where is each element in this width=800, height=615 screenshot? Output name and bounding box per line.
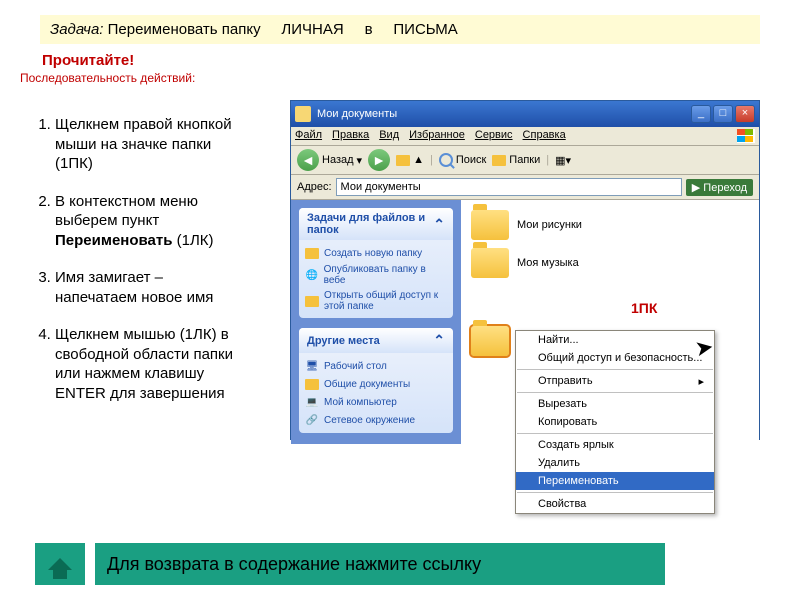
- house-icon: [48, 558, 72, 570]
- steps-list: Щелкнем правой кнопкой мыши на значке па…: [25, 115, 240, 421]
- footer-link[interactable]: Для возврата в содержание нажмите ссылку: [95, 543, 665, 585]
- menubar: Файл Правка Вид Избранное Сервис Справка: [291, 127, 759, 146]
- menu-help[interactable]: Справка: [523, 129, 566, 143]
- up-button[interactable]: ▲: [396, 154, 424, 166]
- ctx-shortcut[interactable]: Создать ярлык: [516, 436, 714, 454]
- ctx-cut[interactable]: Вырезать: [516, 395, 714, 413]
- read-label: Прочитайте!: [42, 52, 800, 69]
- tasks-panel: Задачи для файлов и папок⌃ Создать новую…: [299, 208, 453, 318]
- minimize-button[interactable]: _: [691, 105, 711, 123]
- views-button[interactable]: ▦▾: [555, 154, 571, 167]
- sequence-label: Последовательность действий:: [20, 71, 800, 85]
- place-shared[interactable]: Общие документы: [305, 375, 447, 393]
- forward-button[interactable]: ►: [368, 149, 390, 171]
- windows-logo-icon: [737, 129, 755, 143]
- ctx-props[interactable]: Свойства: [516, 495, 714, 513]
- address-label: Адрес:: [297, 181, 332, 193]
- ctx-delete[interactable]: Удалить: [516, 454, 714, 472]
- address-input[interactable]: [336, 178, 682, 196]
- go-button[interactable]: ▶ Переход: [686, 179, 753, 196]
- sidebar: Задачи для файлов и папок⌃ Создать новую…: [291, 200, 461, 444]
- back-button[interactable]: ◄Назад ▾: [297, 149, 362, 171]
- step-3: Имя замигает – напечатаем новое имя: [55, 268, 240, 307]
- step-4: Щелкнем мышью (1ЛК) в свободной области …: [55, 325, 240, 403]
- folder-pictures[interactable]: Мои рисунки: [471, 210, 749, 240]
- collapse-icon[interactable]: ⌃: [433, 332, 445, 349]
- menu-fav[interactable]: Избранное: [409, 129, 465, 143]
- task-label: Задача:: [50, 21, 103, 38]
- titlebar[interactable]: Мои документы _ □ ×: [291, 101, 759, 127]
- ctx-rename[interactable]: Переименовать: [516, 472, 714, 490]
- address-bar: Адрес: ▶ Переход: [291, 175, 759, 200]
- folder-music[interactable]: Моя музыка: [471, 248, 749, 278]
- toolbar: ◄Назад ▾ ► ▲ | Поиск Папки | ▦▾: [291, 146, 759, 175]
- place-network[interactable]: 🔗Сетевое окружение: [305, 411, 447, 429]
- search-icon: [439, 153, 453, 167]
- step-1: Щелкнем правой кнопкой мыши на значке па…: [55, 115, 240, 174]
- ctx-find[interactable]: Найти...: [516, 331, 714, 349]
- step-2: В контекстном меню выберем пункт Переиме…: [55, 192, 240, 251]
- home-button[interactable]: [35, 543, 85, 585]
- close-button[interactable]: ×: [735, 105, 755, 123]
- task-share[interactable]: Открыть общий доступ к этой папке: [305, 288, 447, 314]
- menu-edit[interactable]: Правка: [332, 129, 369, 143]
- ctx-copy[interactable]: Копировать: [516, 413, 714, 431]
- maximize-button[interactable]: □: [713, 105, 733, 123]
- task-new-folder[interactable]: Создать новую папку: [305, 244, 447, 262]
- places-panel: Другие места⌃ 🖥Рабочий стол Общие докуме…: [299, 328, 453, 433]
- context-menu: Найти... Общий доступ и безопасность... …: [515, 330, 715, 514]
- task-publish[interactable]: 🌐Опубликовать папку в вебе: [305, 262, 447, 288]
- menu-tools[interactable]: Сервис: [475, 129, 513, 143]
- menu-view[interactable]: Вид: [379, 129, 399, 143]
- place-desktop[interactable]: 🖥Рабочий стол: [305, 357, 447, 375]
- window-title: Мои документы: [317, 108, 397, 120]
- collapse-icon[interactable]: ⌃: [433, 216, 445, 233]
- search-button[interactable]: Поиск: [439, 153, 486, 167]
- ctx-share[interactable]: Общий доступ и безопасность...: [516, 349, 714, 367]
- task-banner: Задача: Переименовать папку ЛИЧНАЯ в ПИС…: [40, 15, 760, 44]
- folders-button[interactable]: Папки: [492, 154, 540, 166]
- annotation-1pk: 1ПК: [631, 300, 657, 316]
- folder-icon: [295, 106, 311, 122]
- place-mycomputer[interactable]: 💻Мой компьютер: [305, 393, 447, 411]
- ctx-send[interactable]: Отправить: [516, 372, 714, 390]
- menu-file[interactable]: Файл: [295, 129, 322, 143]
